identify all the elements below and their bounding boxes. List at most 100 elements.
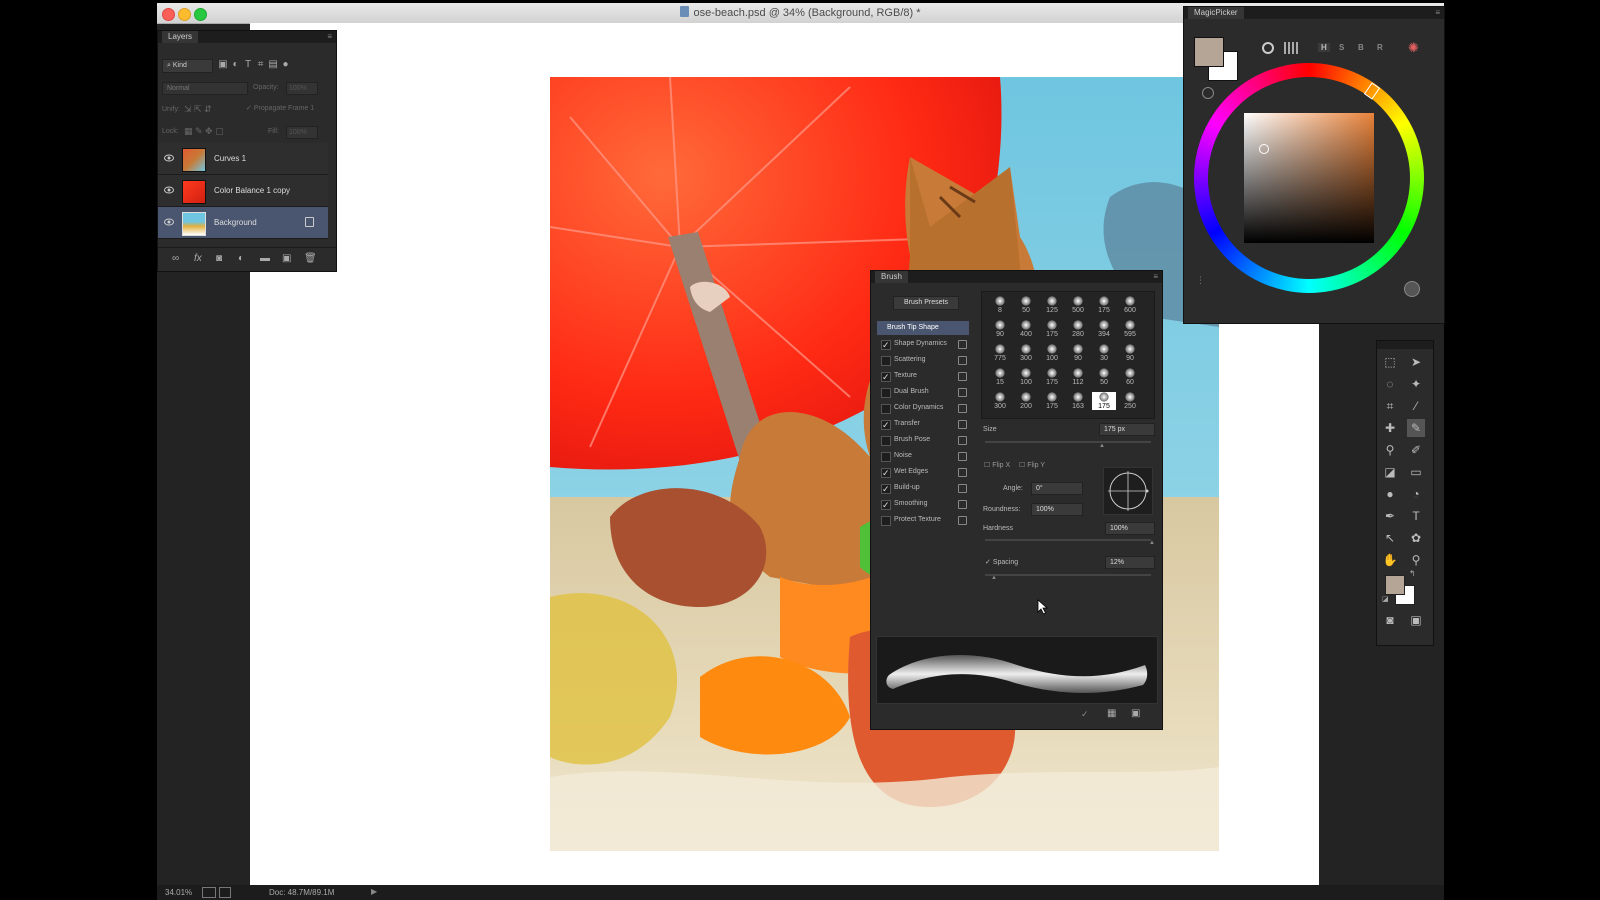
option-texture[interactable]: Texture xyxy=(877,369,969,384)
brush-tool-icon[interactable]: ✎ xyxy=(1407,419,1425,437)
brush-tip-preset[interactable]: 112 xyxy=(1066,368,1090,386)
angle-field[interactable]: 0° xyxy=(1031,482,1083,495)
option-build-up[interactable]: Build-up xyxy=(877,481,969,496)
marquee-tool-icon[interactable]: ⬚ xyxy=(1381,353,1399,371)
spacing-slider-thumb[interactable]: ▲ xyxy=(991,575,997,581)
trash-icon[interactable]: 🗑 xyxy=(304,253,317,264)
lock-icon[interactable] xyxy=(958,420,967,429)
brush-tip-preset[interactable]: 500 xyxy=(1066,296,1090,314)
type-filter-icon[interactable]: T xyxy=(243,60,253,70)
options-icon[interactable] xyxy=(1404,281,1420,297)
history-brush-tool-icon[interactable]: ✐ xyxy=(1407,441,1425,459)
propagate-checkbox[interactable]: ✓ Propagate Frame 1 xyxy=(246,104,314,112)
brush-tip-preset[interactable]: 175 xyxy=(1040,392,1064,410)
brush-tip-preset[interactable]: 90 xyxy=(1118,344,1142,362)
default-colors-icon[interactable]: ◪ xyxy=(1382,595,1389,603)
mode-b-button[interactable]: B xyxy=(1358,43,1364,52)
hand-tool-icon[interactable]: ✋ xyxy=(1381,551,1399,569)
brush-tip-preset[interactable]: 300 xyxy=(1014,344,1038,362)
clone-stamp-tool-icon[interactable]: ⚲ xyxy=(1381,441,1399,459)
lock-icons[interactable]: ▦ ✎ ✥ ▢ xyxy=(184,126,224,137)
option-transfer[interactable]: Transfer xyxy=(877,417,969,432)
crop-tool-icon[interactable]: ⌗ xyxy=(1381,397,1399,415)
checkbox[interactable] xyxy=(881,466,891,480)
lock-icon[interactable] xyxy=(958,484,967,493)
adjustment-layer-icon[interactable]: ◐ xyxy=(238,253,244,264)
brush-tip-preset[interactable]: 30 xyxy=(1092,344,1116,362)
option-wet-edges[interactable]: Wet Edges xyxy=(877,465,969,480)
angle-roundness-widget[interactable] xyxy=(1103,467,1153,515)
brush-tip-preset[interactable]: 60 xyxy=(1118,368,1142,386)
smart-object-filter-icon[interactable]: ▤ xyxy=(268,60,278,70)
mode-s-button[interactable]: S xyxy=(1339,43,1344,52)
eyedropper-tool-icon[interactable]: ⁄ xyxy=(1407,397,1425,415)
brush-tip-preset[interactable]: 90 xyxy=(1066,344,1090,362)
brush-tip-preset[interactable]: 300 xyxy=(988,392,1012,410)
swap-colors-icon[interactable]: ↰ xyxy=(1409,569,1416,578)
tab-magicpicker[interactable]: MagicPicker xyxy=(1188,7,1244,19)
option-noise[interactable]: Noise xyxy=(877,449,969,463)
brush-tip-preset[interactable]: 175 xyxy=(1092,392,1116,410)
checkbox[interactable] xyxy=(881,436,891,446)
eye-icon[interactable] xyxy=(164,154,174,162)
option-protect-texture[interactable]: Protect Texture xyxy=(877,513,969,527)
share-icon[interactable] xyxy=(219,887,231,898)
brush-tip-preset[interactable]: 600 xyxy=(1118,296,1142,314)
checkbox[interactable] xyxy=(881,452,891,462)
filter-toggle-icon[interactable]: ● xyxy=(281,60,291,70)
brush-tip-preset[interactable]: 280 xyxy=(1066,320,1090,338)
new-preset-icon[interactable]: ▣ xyxy=(1131,708,1140,719)
link-layers-icon[interactable]: ∞ xyxy=(172,253,179,264)
swatches-icon[interactable] xyxy=(1284,42,1298,54)
brush-tip-preset[interactable]: 100 xyxy=(1040,344,1064,362)
option-dual-brush[interactable]: Dual Brush xyxy=(877,385,969,399)
unify-icons[interactable]: ⇲ ⇱ ⇵ xyxy=(184,104,212,115)
spacing-field[interactable]: 12% xyxy=(1105,556,1155,569)
shape-tool-icon[interactable]: ✿ xyxy=(1407,529,1425,547)
checkbox[interactable] xyxy=(881,482,891,496)
size-field[interactable]: 175 px xyxy=(1099,423,1155,436)
foreground-color-swatch[interactable] xyxy=(1385,575,1405,595)
wheel-mode-icon[interactable] xyxy=(1262,42,1274,54)
size-slider-thumb[interactable]: ▲ xyxy=(1099,443,1105,449)
lock-icon[interactable] xyxy=(958,340,967,349)
brush-tip-grid[interactable]: 8 50 125 500 175 600 90 400 175 280 394 595 775 300 10… xyxy=(981,291,1155,419)
grid-icon[interactable]: ▦ xyxy=(1107,708,1116,719)
layer-row-selected[interactable]: Background xyxy=(158,207,328,239)
lock-icon[interactable] xyxy=(958,516,967,525)
lock-icon[interactable] xyxy=(958,356,967,365)
tab-layers[interactable]: Layers xyxy=(162,31,199,43)
settings-gear-icon[interactable]: ✺ xyxy=(1408,40,1419,56)
spacing-checkbox[interactable]: ✓ Spacing xyxy=(985,558,1018,566)
hardness-field[interactable]: 100% xyxy=(1105,522,1155,535)
layer-row[interactable]: Curves 1 xyxy=(158,143,328,175)
hardness-slider-thumb[interactable]: ▲ xyxy=(1149,540,1155,546)
new-group-icon[interactable]: ▬ xyxy=(260,253,270,264)
eye-icon[interactable] xyxy=(164,218,174,226)
add-mask-icon[interactable]: ◙ xyxy=(216,253,222,264)
drag-handle-icon[interactable]: ⋮ xyxy=(1196,275,1205,286)
flip-x-checkbox[interactable]: ☐ Flip X xyxy=(984,461,1010,469)
brush-tip-preset[interactable]: 125 xyxy=(1040,296,1064,314)
checkbox[interactable] xyxy=(881,498,891,512)
toggle-live-tip-icon[interactable]: ✓ xyxy=(1081,709,1089,720)
quick-mask-icon[interactable]: ◙ xyxy=(1381,611,1399,629)
proof-icon[interactable] xyxy=(202,887,216,898)
status-menu-arrow-icon[interactable]: ▶ xyxy=(371,887,377,896)
option-brush-tip-shape[interactable]: Brush Tip Shape xyxy=(877,321,969,335)
tab-brush[interactable]: Brush xyxy=(875,271,908,283)
option-smoothing[interactable]: Smoothing xyxy=(877,497,969,512)
brush-tip-preset[interactable]: 394 xyxy=(1092,320,1116,338)
brush-tip-preset[interactable]: 175 xyxy=(1040,368,1064,386)
checkbox[interactable] xyxy=(881,370,891,384)
lock-icon[interactable] xyxy=(958,372,967,381)
checkbox[interactable] xyxy=(881,388,891,398)
layer-row[interactable]: Color Balance 1 copy xyxy=(158,175,328,207)
mode-h-button[interactable]: H xyxy=(1318,43,1330,52)
panel-menu-icon[interactable]: ≡ xyxy=(1435,7,1440,19)
eraser-tool-icon[interactable]: ◪ xyxy=(1381,463,1399,481)
move-tool-icon[interactable]: ➤ xyxy=(1407,353,1425,371)
brush-tip-preset[interactable]: 50 xyxy=(1092,368,1116,386)
blur-tool-icon[interactable]: ● xyxy=(1381,485,1399,503)
screen-mode-icon[interactable]: ▣ xyxy=(1407,611,1425,629)
